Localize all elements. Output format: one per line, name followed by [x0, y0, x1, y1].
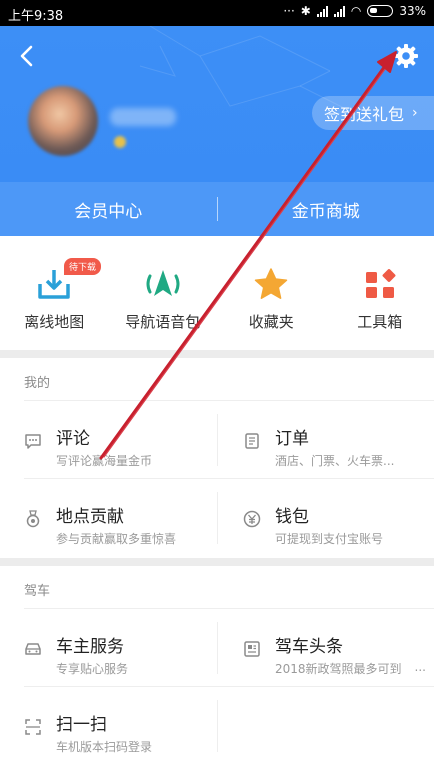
item-subtitle-ellipsis: ... — [414, 660, 426, 674]
tool-label: 离线地图 — [24, 313, 85, 331]
status-time: 上午9:38 — [8, 9, 64, 24]
section-title-mine: 我的 — [24, 376, 51, 391]
item-title: 钱包 — [275, 507, 309, 527]
battery-icon — [367, 5, 394, 17]
quick-tools: 待下载 离线地图 导航语音包 收藏夹 工具箱 — [0, 236, 434, 350]
battery-level: 33% — [399, 4, 426, 18]
settings-button[interactable] — [392, 42, 420, 70]
item-subtitle: 专享贴心服务 — [56, 662, 129, 676]
level-badge — [114, 136, 126, 148]
item-title: 扫一扫 — [56, 715, 107, 735]
gear-icon — [394, 44, 418, 68]
scan-item[interactable]: 扫一扫 车机版本扫码登录 — [0, 686, 217, 766]
tool-offline-map[interactable]: 待下载 离线地图 — [0, 236, 109, 350]
order-item[interactable]: 订单 酒店、门票、火车票... — [217, 400, 434, 480]
section-title-driving: 驾车 — [24, 584, 51, 599]
status-icons: ··· ✱ ◠ 33% — [283, 4, 426, 18]
place-contribution-item[interactable]: 地点贡献 参与贡献赢取多重惊喜 — [0, 478, 217, 558]
tool-label: 工具箱 — [357, 313, 403, 331]
tool-favorites[interactable]: 收藏夹 — [217, 236, 326, 350]
item-subtitle: 写评论赢海量金币 — [56, 454, 153, 468]
avatar[interactable] — [28, 86, 98, 156]
bluetooth-icon: ✱ — [300, 4, 311, 18]
item-title: 订单 — [275, 429, 309, 449]
driving-news-item[interactable]: 驾车头条 2018新政驾照最多可到 ... — [217, 608, 434, 688]
scan-icon — [25, 719, 41, 735]
tool-toolbox[interactable]: 工具箱 — [326, 236, 434, 350]
item-subtitle: 可提现到支付宝账号 — [275, 532, 384, 546]
mute-icon: ··· — [283, 4, 295, 18]
member-center-button[interactable]: 会员中心 — [0, 197, 217, 222]
wallet-icon — [243, 510, 261, 528]
car-owner-service-item[interactable]: 车主服务 专享贴心服务 — [0, 608, 217, 688]
driving-section: 驾车 车主服务 专享贴心服务 驾车头条 2018新政驾照最多可到 ... 扫一扫… — [0, 566, 434, 771]
item-subtitle: 2018新政驾照最多可到 — [275, 662, 402, 676]
voice-navigation-icon — [146, 270, 180, 296]
tool-label: 收藏夹 — [248, 313, 294, 331]
column-divider — [217, 700, 218, 752]
tool-label: 导航语音包 — [125, 313, 201, 331]
car-icon — [25, 643, 41, 655]
toolbox-icon — [365, 269, 396, 298]
comment-icon — [25, 434, 41, 449]
mine-section: 我的 评论 写评论赢海量金币 订单 酒店、门票、火车票... 地点贡献 参与贡献… — [0, 358, 434, 558]
star-icon — [255, 268, 288, 299]
chevron-left-icon — [20, 45, 33, 67]
item-title: 车主服务 — [56, 637, 124, 657]
item-subtitle: 酒店、门票、火车票... — [275, 454, 395, 468]
status-bar: 上午9:38 ··· ✱ ◠ 33% — [0, 0, 434, 26]
back-button[interactable] — [14, 42, 40, 70]
item-subtitle: 车机版本扫码登录 — [56, 740, 153, 754]
item-title: 地点贡献 — [56, 507, 124, 527]
medal-icon — [26, 510, 40, 528]
profile-header: 签到送礼包 › — [0, 26, 434, 182]
order-icon — [245, 433, 259, 449]
member-bar: 会员中心 金币商城 — [0, 182, 434, 236]
chevron-right-icon: › — [412, 105, 418, 121]
signal-icon-2 — [333, 5, 345, 17]
item-subtitle: 参与贡献赢取多重惊喜 — [56, 532, 177, 546]
item-title: 评论 — [56, 429, 90, 449]
item-title: 驾车头条 — [275, 637, 343, 657]
coin-mall-button[interactable]: 金币商城 — [218, 197, 434, 222]
pending-download-badge: 待下载 — [64, 258, 102, 275]
wifi-icon: ◠ — [350, 4, 362, 18]
checkin-label: 签到送礼包 — [324, 105, 405, 124]
comment-item[interactable]: 评论 写评论赢海量金币 — [0, 400, 217, 480]
news-icon — [244, 641, 260, 657]
checkin-gift-button[interactable]: 签到送礼包 › — [312, 96, 434, 130]
tool-voice-pack[interactable]: 导航语音包 — [109, 236, 218, 350]
signal-icon — [316, 5, 328, 17]
username-blurred — [110, 108, 176, 126]
wallet-item[interactable]: 钱包 可提现到支付宝账号 — [217, 478, 434, 558]
